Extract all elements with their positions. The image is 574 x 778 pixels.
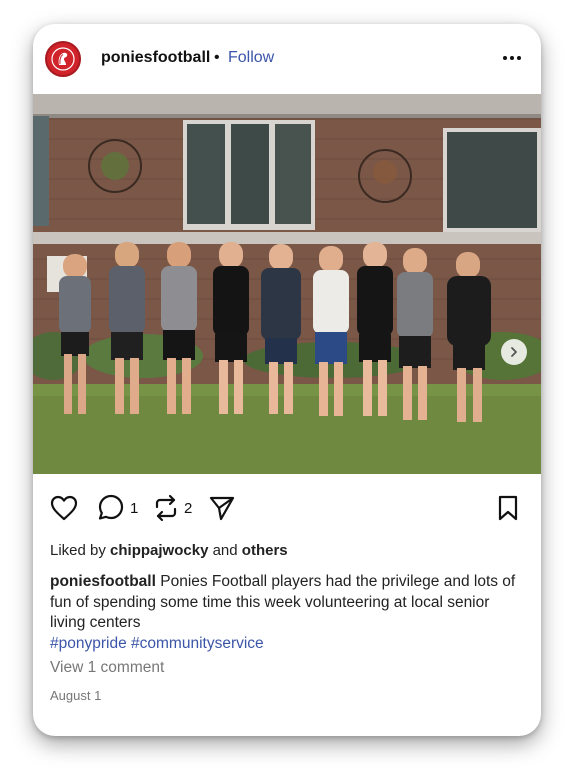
hashtag[interactable]: #communityservice	[131, 635, 264, 652]
liked-by-others[interactable]: others	[242, 542, 288, 559]
carousel-next-button[interactable]	[501, 339, 527, 365]
bookmark-icon	[498, 495, 518, 521]
comment-count: 1	[130, 499, 139, 517]
view-comments-link[interactable]: View 1 comment	[50, 659, 164, 677]
avatar[interactable]	[45, 41, 81, 77]
repost-button[interactable]: 2	[153, 492, 192, 524]
separator-dot: •	[214, 49, 220, 66]
save-button[interactable]	[497, 492, 519, 524]
caption-username[interactable]: poniesfootball	[50, 573, 156, 590]
post-card: poniesfootball • Follow 1 2 Liked by chi…	[33, 24, 541, 736]
liked-by-conjunction: and	[212, 542, 238, 559]
liked-by-prefix: Liked by	[50, 542, 106, 559]
more-options-icon[interactable]	[501, 48, 523, 68]
repost-count: 2	[184, 499, 193, 517]
heart-icon	[50, 495, 78, 521]
repost-icon	[155, 494, 177, 522]
chevron-right-icon	[511, 347, 517, 357]
post-photo[interactable]	[33, 94, 541, 474]
send-icon	[209, 496, 235, 521]
liked-by-user[interactable]: chippajwocky	[110, 542, 208, 559]
post-actions: 1 2	[33, 492, 541, 524]
share-button[interactable]	[208, 492, 236, 524]
comment-button[interactable]: 1	[97, 492, 138, 524]
post-date: August 1	[50, 688, 102, 703]
comment-icon	[98, 494, 124, 520]
post-username[interactable]: poniesfootball	[101, 49, 210, 67]
post-caption: poniesfootball Ponies Football players h…	[50, 572, 525, 654]
follow-button[interactable]: Follow	[228, 49, 274, 67]
post-header: poniesfootball • Follow	[33, 24, 541, 94]
liked-by: Liked by chippajwocky and others	[50, 542, 288, 559]
hashtag[interactable]: #ponypride	[50, 635, 127, 652]
like-button[interactable]	[50, 492, 78, 524]
